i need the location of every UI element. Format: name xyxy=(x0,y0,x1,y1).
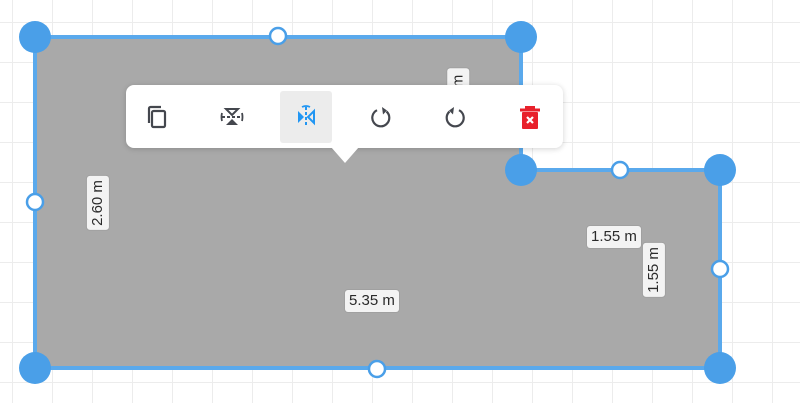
edge-handle-bottom[interactable] xyxy=(367,359,387,379)
flip-vertical-icon xyxy=(220,107,243,125)
rotate-left-icon xyxy=(370,106,390,127)
floor-plan-canvas[interactable] xyxy=(0,0,800,403)
corner-handle-bottom-right[interactable] xyxy=(704,352,736,384)
flip-horizontal-icon xyxy=(298,104,315,127)
corner-handle-right-top[interactable] xyxy=(704,154,736,186)
corner-handle-notch[interactable] xyxy=(505,154,537,186)
toolbar-pointer xyxy=(331,147,359,163)
rotate-left-button[interactable] xyxy=(355,91,407,143)
corner-handle-top-left[interactable] xyxy=(19,21,51,53)
edge-handle-right[interactable] xyxy=(710,259,730,279)
shape-context-toolbar xyxy=(126,85,563,148)
corner-handle-top-right[interactable] xyxy=(505,21,537,53)
corner-handle-bottom-left[interactable] xyxy=(19,352,51,384)
edge-handle-left[interactable] xyxy=(25,192,45,212)
edge-handle-top[interactable] xyxy=(268,26,288,46)
duplicate-button[interactable] xyxy=(131,91,183,143)
rotate-right-icon xyxy=(445,106,465,127)
delete-button[interactable] xyxy=(504,91,556,143)
dimension-label-notch-horizontal: 1.55 m xyxy=(587,226,641,248)
edge-handle-notch-top[interactable] xyxy=(610,160,630,180)
dimension-label-bottom-width: 5.35 m xyxy=(345,290,399,312)
dimension-label-notch-vertical: 1.55 m xyxy=(642,243,665,297)
dimension-label-left-height: 2.60 m xyxy=(86,176,109,230)
copy-icon xyxy=(147,105,167,128)
flip-horizontal-button[interactable] xyxy=(280,90,332,143)
trash-icon xyxy=(519,105,540,129)
flip-vertical-button[interactable] xyxy=(206,91,258,143)
rotate-right-button[interactable] xyxy=(429,91,481,143)
